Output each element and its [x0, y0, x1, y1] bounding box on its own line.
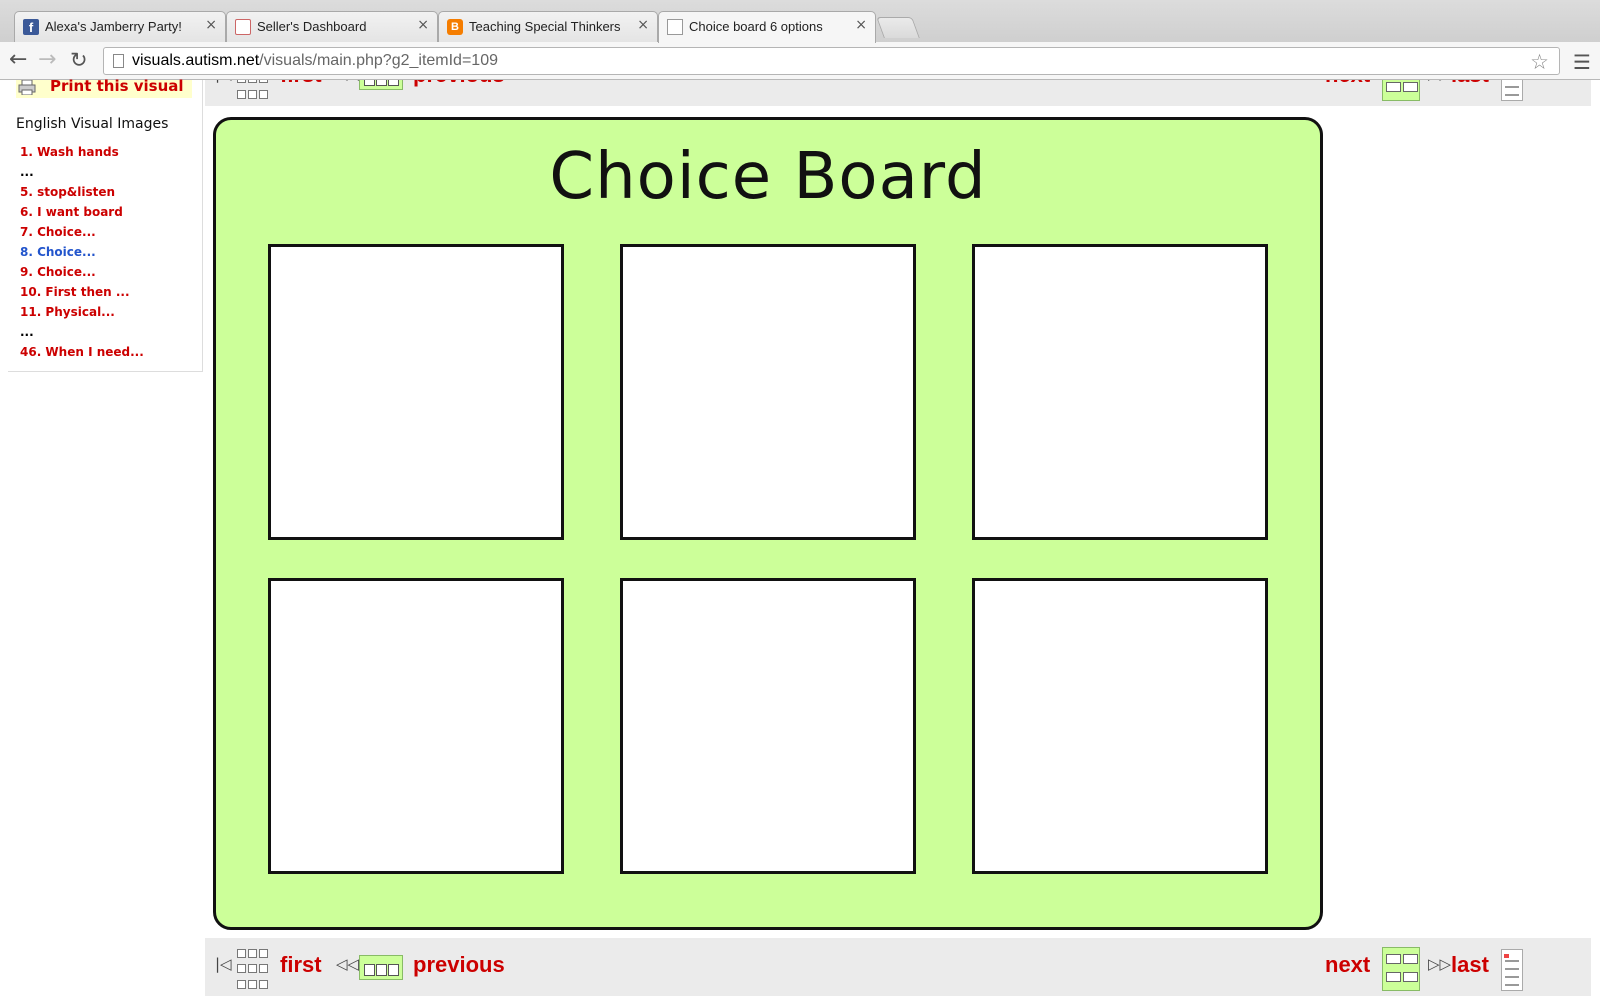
previous-arrow-icon[interactable]: ◁◁ [336, 955, 359, 973]
url-path: /visuals/main.php?g2_itemId=109 [259, 52, 498, 69]
next-arrow-icon[interactable]: ▷▷ [1428, 80, 1451, 83]
choice-cell-4 [268, 578, 564, 874]
pager-top: |◁ first ◁◁ previous next ▷▷ last [205, 80, 1591, 106]
hamburger-menu-icon[interactable]: ☰ [1573, 50, 1591, 74]
previous-link[interactable]: previous [413, 952, 505, 978]
print-visual-link[interactable]: Print this visual [16, 77, 192, 98]
sidebar-item[interactable]: 6. I want board [20, 204, 144, 224]
first-thumbnail[interactable] [237, 80, 269, 103]
url-domain: visuals.autism.net [132, 52, 260, 69]
tab-title: Teaching Special Thinkers [469, 19, 621, 34]
close-tab-icon[interactable]: × [205, 17, 217, 33]
sidebar-item[interactable]: 9. Choice... [20, 264, 144, 284]
tab-title: Alexa's Jamberry Party! [45, 19, 182, 34]
first-link[interactable]: first [280, 952, 322, 978]
tab-strip: f Alexa's Jamberry Party! × Seller's Das… [0, 0, 1600, 43]
close-tab-icon[interactable]: × [417, 17, 429, 33]
close-tab-icon[interactable]: × [637, 17, 649, 33]
previous-thumbnail[interactable] [359, 955, 403, 980]
bookmark-star-icon[interactable]: ☆ [1530, 50, 1549, 74]
page-icon [113, 54, 124, 68]
printer-icon [18, 80, 36, 95]
back-arrow-icon[interactable]: ← [9, 48, 27, 72]
tab-choice-board[interactable]: Choice board 6 options × [658, 11, 876, 43]
reload-icon[interactable]: ↻ [70, 48, 88, 72]
browser-toolbar: ← → ↻ visuals.autism.net/visuals/main.ph… [0, 42, 1600, 80]
sidebar-item[interactable]: 7. Choice... [20, 224, 144, 244]
first-link[interactable]: first [280, 80, 322, 88]
choice-cell-1 [268, 244, 564, 540]
first-arrow-icon[interactable]: |◁ [215, 955, 232, 973]
sidebar-item[interactable]: 8. Choice... [20, 244, 144, 264]
choice-cell-2 [620, 244, 916, 540]
sidebar-item[interactable]: 5. stop&listen [20, 184, 144, 204]
forward-arrow-icon[interactable]: → [38, 48, 56, 72]
next-link[interactable]: next [1325, 80, 1370, 88]
sidebar-list: 1. Wash hands... 5. stop&listen 6. I want … [20, 144, 144, 364]
address-bar[interactable]: visuals.autism.net/visuals/main.php?g2_i… [103, 47, 1560, 75]
previous-link[interactable]: previous [413, 80, 505, 88]
sidebar-item[interactable]: 46. When I need... [20, 344, 144, 364]
next-thumbnail[interactable] [1382, 80, 1420, 101]
sidebar-ellipsis: ... [20, 165, 34, 179]
choice-cell-3 [972, 244, 1268, 540]
next-arrow-icon[interactable]: ▷▷ [1428, 955, 1451, 973]
previous-thumbnail[interactable] [359, 80, 403, 90]
last-thumbnail[interactable] [1501, 949, 1523, 991]
shop-icon [235, 19, 251, 35]
tab-sellers-dashboard[interactable]: Seller's Dashboard × [226, 11, 438, 42]
choice-cell-5 [620, 578, 916, 874]
close-tab-icon[interactable]: × [855, 17, 867, 33]
new-tab-button[interactable] [876, 17, 920, 38]
next-thumbnail[interactable] [1382, 947, 1420, 991]
pager-bottom: |◁ first ◁◁ previous next ▷▷ last [205, 938, 1591, 996]
sidebar-item[interactable]: 10. First then ... [20, 284, 144, 304]
previous-arrow-icon[interactable]: ◁◁ [336, 80, 359, 83]
blogger-icon: B [447, 19, 463, 35]
first-arrow-icon[interactable]: |◁ [215, 80, 232, 83]
choice-board: Choice Board [213, 117, 1323, 930]
page-icon [667, 19, 683, 35]
last-link[interactable]: last [1451, 952, 1489, 978]
sidebar-heading: English Visual Images [16, 116, 169, 132]
sidebar: Print this visual English Visual Images … [8, 77, 203, 372]
next-link[interactable]: next [1325, 952, 1370, 978]
choice-cell-6 [972, 578, 1268, 874]
tab-teaching-special-thinkers[interactable]: B Teaching Special Thinkers × [438, 11, 658, 42]
tab-title: Seller's Dashboard [257, 19, 367, 34]
sidebar-ellipsis: ... [20, 325, 34, 339]
url-text: visuals.autism.net/visuals/main.php?g2_i… [132, 52, 498, 70]
last-link[interactable]: last [1451, 80, 1489, 88]
sidebar-item[interactable]: 1. Wash hands [20, 144, 144, 164]
print-visual-label: Print this visual [50, 77, 184, 95]
facebook-icon: f [23, 19, 39, 35]
tab-title: Choice board 6 options [689, 19, 823, 34]
first-thumbnail[interactable] [237, 949, 269, 993]
sidebar-item[interactable]: 11. Physical... [20, 304, 144, 324]
last-thumbnail[interactable] [1501, 80, 1523, 101]
tab-jamberry-party[interactable]: f Alexa's Jamberry Party! × [14, 11, 226, 42]
board-title: Choice Board [549, 140, 987, 214]
